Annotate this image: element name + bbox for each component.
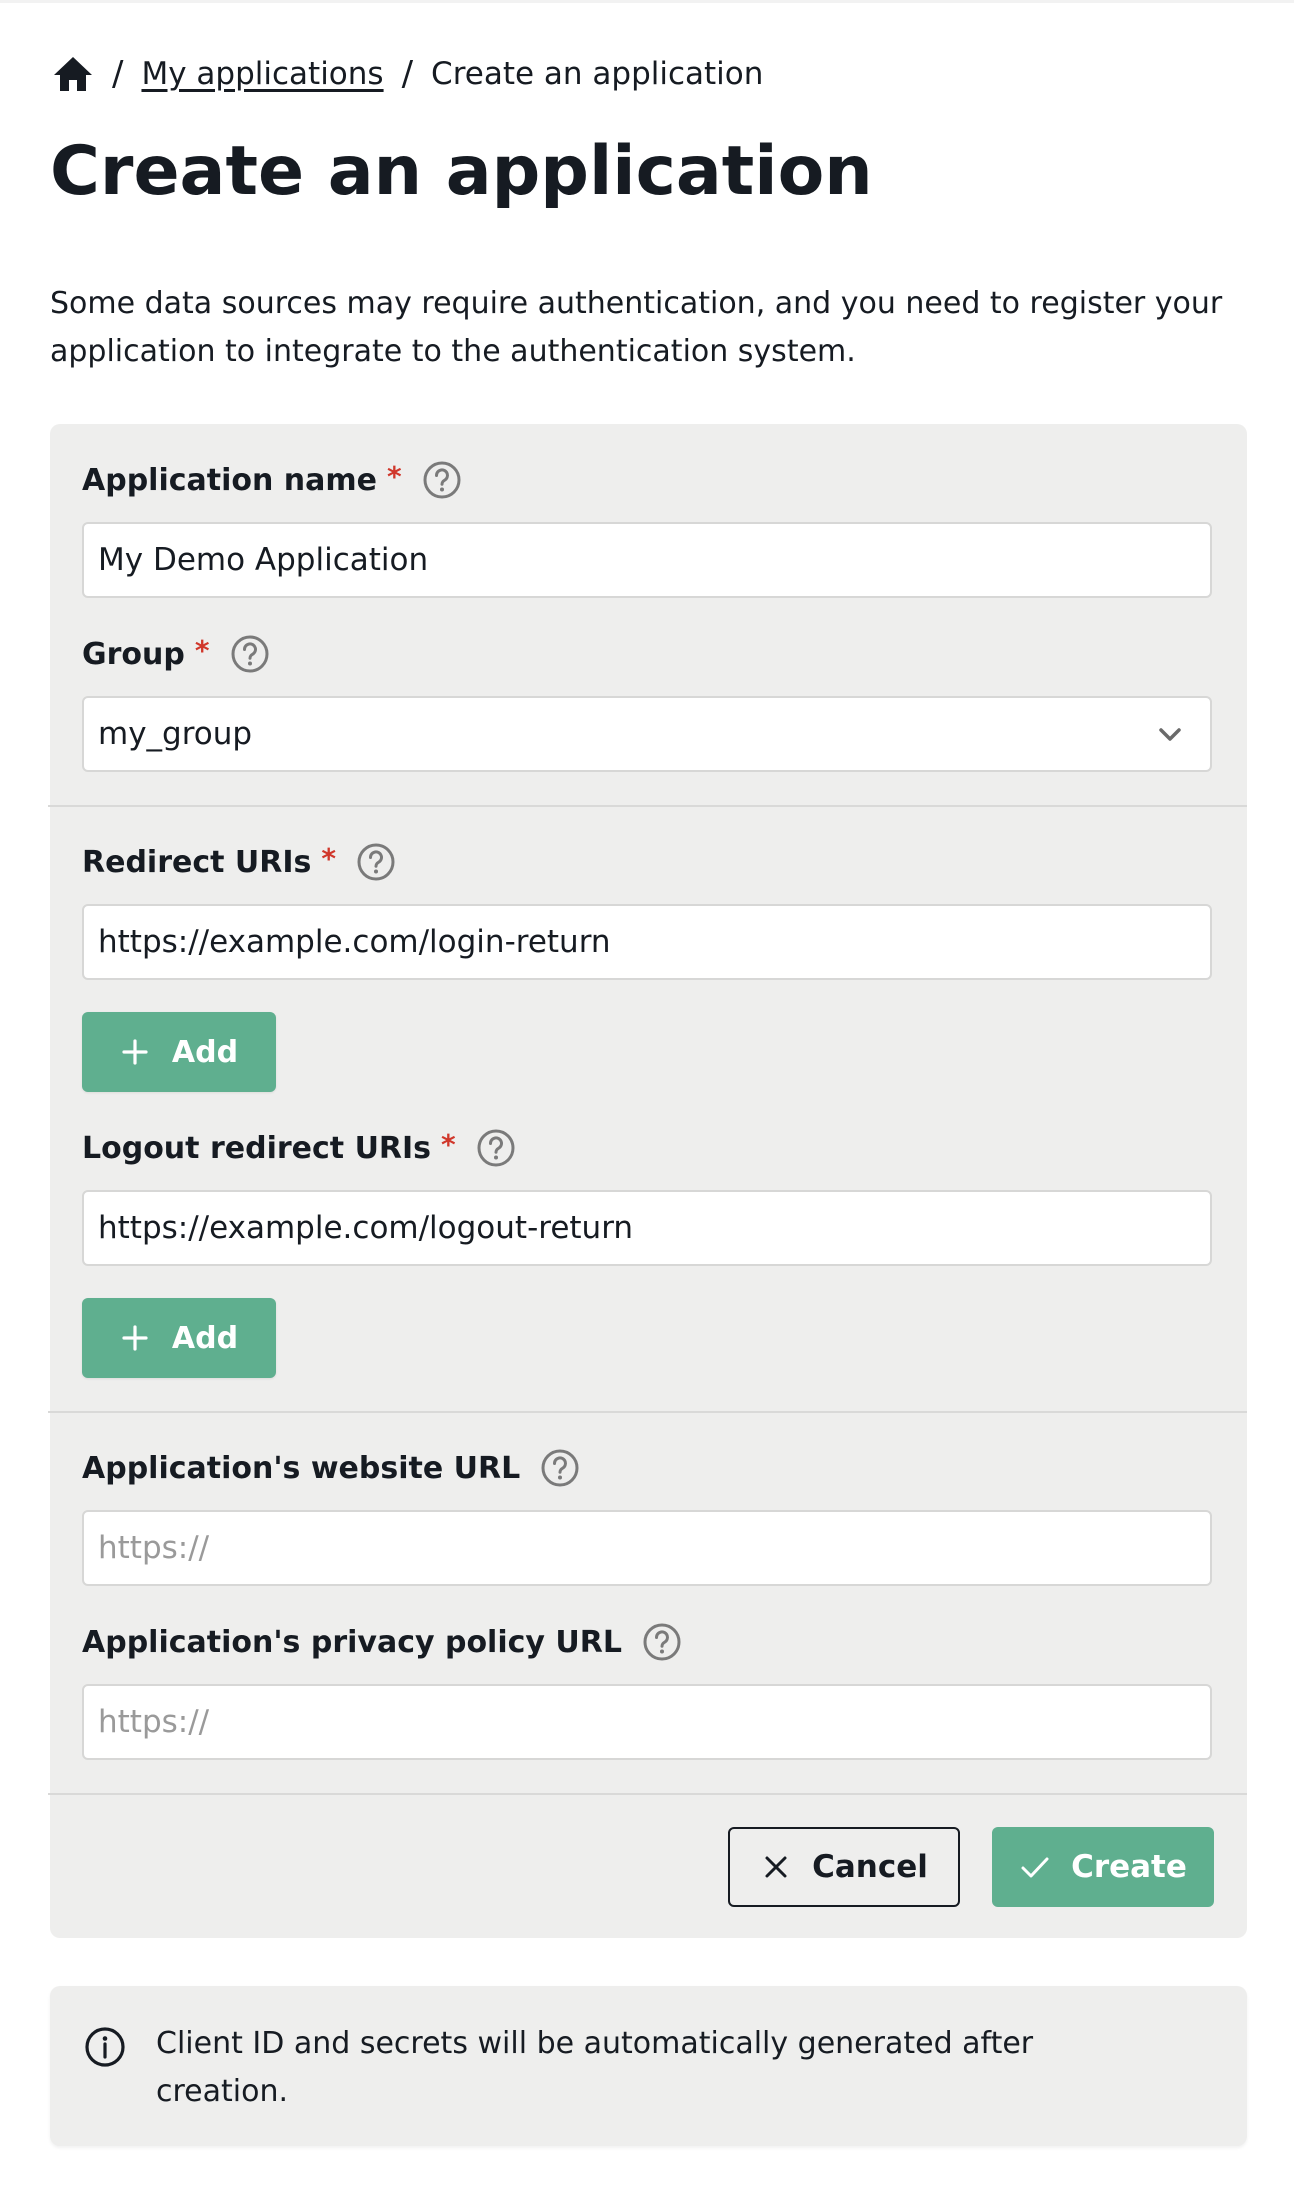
logout-redirect-uris-label: Logout redirect URIs *: [82, 1126, 516, 1170]
breadcrumb-separator: /: [112, 54, 124, 94]
question-circle-icon[interactable]: [642, 1622, 682, 1662]
question-circle-icon[interactable]: [540, 1448, 580, 1488]
question-circle-icon[interactable]: [476, 1128, 516, 1168]
home-icon[interactable]: [52, 54, 94, 94]
group-label: Group *: [82, 632, 270, 676]
chevron-down-icon: [1154, 718, 1186, 750]
plus-icon: [120, 1037, 150, 1067]
section-divider: [48, 1793, 1247, 1795]
group-select-value: my_group: [98, 716, 253, 752]
breadcrumb-separator: /: [401, 54, 414, 94]
website-url-input[interactable]: [82, 1510, 1212, 1586]
app-name-label-text: Application name: [82, 462, 378, 498]
breadcrumb: / My applications / Create an applicatio…: [52, 52, 763, 96]
add-logout-redirect-uri-button[interactable]: Add: [82, 1298, 276, 1378]
cancel-label: Cancel: [812, 1849, 928, 1885]
info-icon: [84, 2026, 126, 2068]
add-redirect-uri-label: Add: [171, 1034, 239, 1070]
page-title: Create an application: [50, 132, 873, 211]
required-marker: *: [441, 1127, 456, 1161]
app-name-label: Application name *: [82, 458, 462, 502]
application-form: Application name * Group * my_group Redi…: [48, 424, 1247, 1938]
app-name-input[interactable]: [82, 522, 1212, 598]
required-marker: *: [194, 633, 210, 667]
intro-text: Some data sources may require authentica…: [50, 286, 1223, 369]
check-icon: [1019, 1851, 1051, 1883]
breadcrumb-my-applications[interactable]: My applications: [141, 56, 383, 92]
required-marker: *: [321, 841, 337, 875]
redirect-uri-input[interactable]: [82, 904, 1212, 980]
privacy-url-label-text: Application's privacy policy URL: [82, 1624, 622, 1660]
question-circle-icon[interactable]: [230, 634, 270, 674]
logout-redirect-uri-input[interactable]: [82, 1190, 1212, 1266]
info-notice: Client ID and secrets will be automatica…: [50, 1986, 1247, 2146]
privacy-url-label: Application's privacy policy URL: [82, 1620, 682, 1664]
close-icon: [760, 1851, 792, 1883]
top-border: [0, 0, 1294, 3]
group-label-text: Group: [82, 636, 185, 672]
create-label: Create: [1071, 1849, 1187, 1885]
breadcrumb-current: Create an application: [431, 56, 764, 92]
info-notice-text: Client ID and secrets will be automatica…: [156, 2026, 1034, 2109]
group-select[interactable]: my_group: [82, 696, 1212, 772]
add-redirect-uri-button[interactable]: Add: [82, 1012, 276, 1092]
required-marker: *: [387, 459, 402, 493]
privacy-url-input[interactable]: [82, 1684, 1212, 1760]
create-button[interactable]: Create: [992, 1827, 1214, 1907]
plus-icon: [120, 1323, 150, 1353]
logout-redirect-uris-label-text: Logout redirect URIs: [82, 1130, 432, 1166]
website-url-label-text: Application's website URL: [82, 1450, 521, 1486]
website-url-label: Application's website URL: [82, 1446, 580, 1490]
add-logout-redirect-uri-label: Add: [171, 1320, 239, 1356]
cancel-button[interactable]: Cancel: [728, 1827, 960, 1907]
question-circle-icon[interactable]: [356, 842, 396, 882]
question-circle-icon[interactable]: [422, 460, 462, 500]
redirect-uris-label: Redirect URIs *: [82, 840, 396, 884]
section-divider: [48, 1411, 1247, 1413]
section-divider: [48, 805, 1247, 807]
redirect-uris-label-text: Redirect URIs: [82, 844, 312, 880]
